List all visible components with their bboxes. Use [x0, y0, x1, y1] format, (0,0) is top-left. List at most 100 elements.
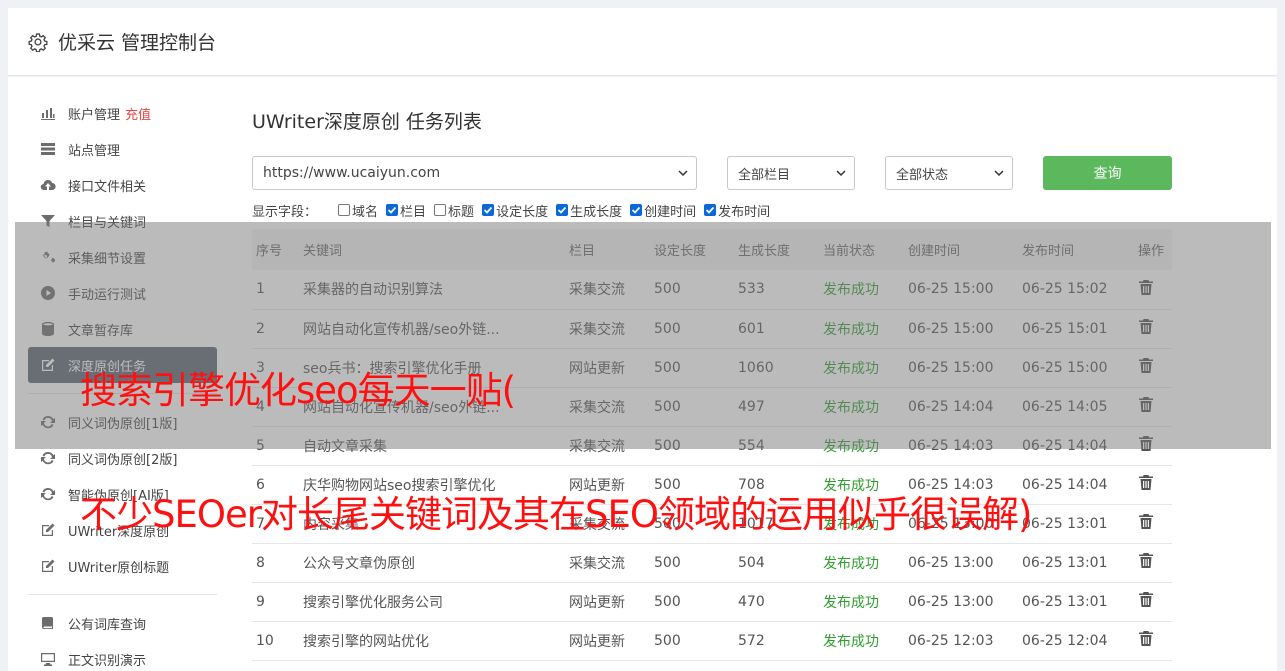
row-keyword[interactable]: 搜索引擎优化服务公司 — [299, 582, 565, 622]
row-status: 发布成功 — [819, 582, 904, 622]
sidebar-item[interactable]: 接口文件相关 — [28, 167, 217, 203]
field-checkbox-label: 域名 — [352, 204, 379, 220]
row-published: 06-25 13:01 — [1018, 543, 1134, 583]
row-published: 06-25 12:04 — [1018, 621, 1134, 661]
field-checkbox-label: 创建时间 — [644, 204, 697, 220]
query-button[interactable]: 查询 — [1043, 156, 1172, 190]
chevron-down-icon — [836, 170, 846, 177]
status-select-value: 全部状态 — [896, 167, 949, 183]
row-actions — [1134, 582, 1172, 622]
status-select[interactable]: 全部状态 — [885, 156, 1013, 190]
trash-icon[interactable] — [1138, 552, 1154, 569]
sidebar-item-label: UWriter原创标题 — [68, 560, 170, 576]
refresh-icon — [39, 450, 56, 467]
column-select[interactable]: 全部栏目 — [727, 156, 855, 190]
recharge-link[interactable]: 充值 — [125, 104, 151, 123]
sidebar-item-label: 公有词库查询 — [68, 617, 147, 633]
sidebar-divider — [28, 594, 217, 595]
trash-icon[interactable] — [1138, 474, 1154, 491]
field-checkbox[interactable]: 栏目 — [386, 201, 426, 220]
row-actions — [1134, 543, 1172, 583]
checkbox-unchecked[interactable] — [338, 204, 351, 216]
edit-icon — [39, 522, 56, 539]
console-title: 优采云 管理控制台 — [58, 32, 217, 54]
row-keyword[interactable]: 搜索引擎的网站优化 — [299, 621, 565, 661]
sidebar-item[interactable]: UWriter原创标题 — [28, 548, 217, 584]
filter-bar: https://www.ucaiyun.com 全部栏目 全部状态 查询 — [252, 156, 1172, 190]
watermark-overlay — [15, 222, 1271, 449]
row-status: 发布成功 — [819, 621, 904, 661]
row-gen-length: 470 — [734, 582, 819, 622]
chevron-down-icon — [678, 170, 688, 177]
field-checkbox[interactable]: 设定长度 — [482, 201, 548, 220]
sidebar-item-label: 账户管理 — [68, 107, 121, 123]
bar-chart-icon — [39, 105, 56, 122]
row-gen-length: 504 — [734, 543, 819, 583]
row-published: 06-25 13:01 — [1018, 582, 1134, 622]
field-checkbox[interactable]: 标题 — [434, 201, 474, 220]
checkbox-checked[interactable] — [386, 204, 399, 216]
row-index: 9 — [252, 582, 299, 622]
sidebar-item-label: 站点管理 — [68, 143, 121, 159]
trash-icon[interactable] — [1138, 591, 1154, 608]
field-checkbox-label: 发布时间 — [718, 204, 771, 220]
row-published: 06-25 13:01 — [1018, 504, 1134, 544]
row-column: 采集交流 — [565, 543, 650, 583]
page-title: UWriter深度原创 任务列表 — [252, 111, 482, 133]
row-actions — [1134, 465, 1172, 505]
row-keyword[interactable]: 公众号文章伪原创 — [299, 543, 565, 583]
field-checkbox-label: 栏目 — [400, 204, 427, 220]
server-icon — [39, 141, 56, 158]
field-checkbox[interactable]: 域名 — [338, 201, 378, 220]
row-set-length: 500 — [650, 582, 734, 622]
display-fields: 显示字段： 域名 栏目 标题 设定长度 生成长度 创建时间 发布时间 — [252, 201, 778, 220]
trash-icon[interactable] — [1138, 513, 1154, 530]
row-column: 网站更新 — [565, 621, 650, 661]
row-gen-length: 572 — [734, 621, 819, 661]
checkbox-unchecked[interactable] — [434, 204, 447, 216]
row-created: 06-25 12:03 — [904, 621, 1018, 661]
display-fields-label: 显示字段： — [252, 204, 318, 220]
row-created: 06-25 13:00 — [904, 582, 1018, 622]
checkbox-checked[interactable] — [630, 204, 643, 216]
checkbox-checked[interactable] — [482, 204, 495, 216]
sidebar-item[interactable]: 正文识别演示 — [28, 641, 217, 671]
edit-icon — [39, 558, 56, 575]
table-row: 9 搜索引擎优化服务公司 网站更新 500 470 发布成功 06-25 13:00 06-2… — [252, 582, 1172, 622]
cloud-upload-icon — [39, 177, 56, 194]
caption-line-1: 搜索引擎优化seo每天一贴( — [80, 369, 516, 412]
caption-line-2: 不少SEOer对长尾关键词及其在SEO领域的运用似乎很误解) — [80, 493, 1032, 536]
field-checkbox-label: 设定长度 — [496, 204, 549, 220]
row-published: 06-25 14:04 — [1018, 465, 1134, 505]
row-index: 10 — [252, 621, 299, 661]
site-select-value: https://www.ucaiyun.com — [263, 165, 441, 181]
sidebar-item-label: 接口文件相关 — [68, 179, 147, 195]
trash-icon[interactable] — [1138, 630, 1154, 647]
checkbox-checked[interactable] — [556, 204, 569, 216]
field-checkbox[interactable]: 发布时间 — [704, 201, 770, 220]
gear-icon — [28, 32, 48, 52]
field-checkbox-label: 生成长度 — [570, 204, 623, 220]
row-set-length: 500 — [650, 621, 734, 661]
row-created: 06-25 13:00 — [904, 543, 1018, 583]
sidebar-item[interactable]: 账户管理 充值 — [28, 95, 217, 131]
top-header: 优采云 管理控制台 — [8, 8, 1277, 76]
site-select[interactable]: https://www.ucaiyun.com — [252, 156, 697, 190]
book-icon — [39, 615, 56, 632]
checkbox-checked[interactable] — [704, 204, 717, 216]
chevron-down-icon — [994, 170, 1004, 177]
sidebar-item[interactable]: 公有词库查询 — [28, 605, 217, 641]
sidebar-item-label: 同义词伪原创[2版] — [68, 452, 178, 468]
table-row: 8 公众号文章伪原创 采集交流 500 504 发布成功 06-25 13:00 06-25 … — [252, 543, 1172, 583]
row-set-length: 500 — [650, 543, 734, 583]
field-checkbox[interactable]: 生成长度 — [556, 201, 622, 220]
row-column: 网站更新 — [565, 582, 650, 622]
sidebar-item[interactable]: 站点管理 — [28, 131, 217, 167]
row-actions — [1134, 504, 1172, 544]
monitor-icon — [39, 651, 56, 668]
refresh-icon — [39, 486, 56, 503]
row-actions — [1134, 621, 1172, 661]
field-checkbox[interactable]: 创建时间 — [630, 201, 696, 220]
column-select-value: 全部栏目 — [738, 167, 791, 183]
field-checkbox-label: 标题 — [448, 204, 475, 220]
